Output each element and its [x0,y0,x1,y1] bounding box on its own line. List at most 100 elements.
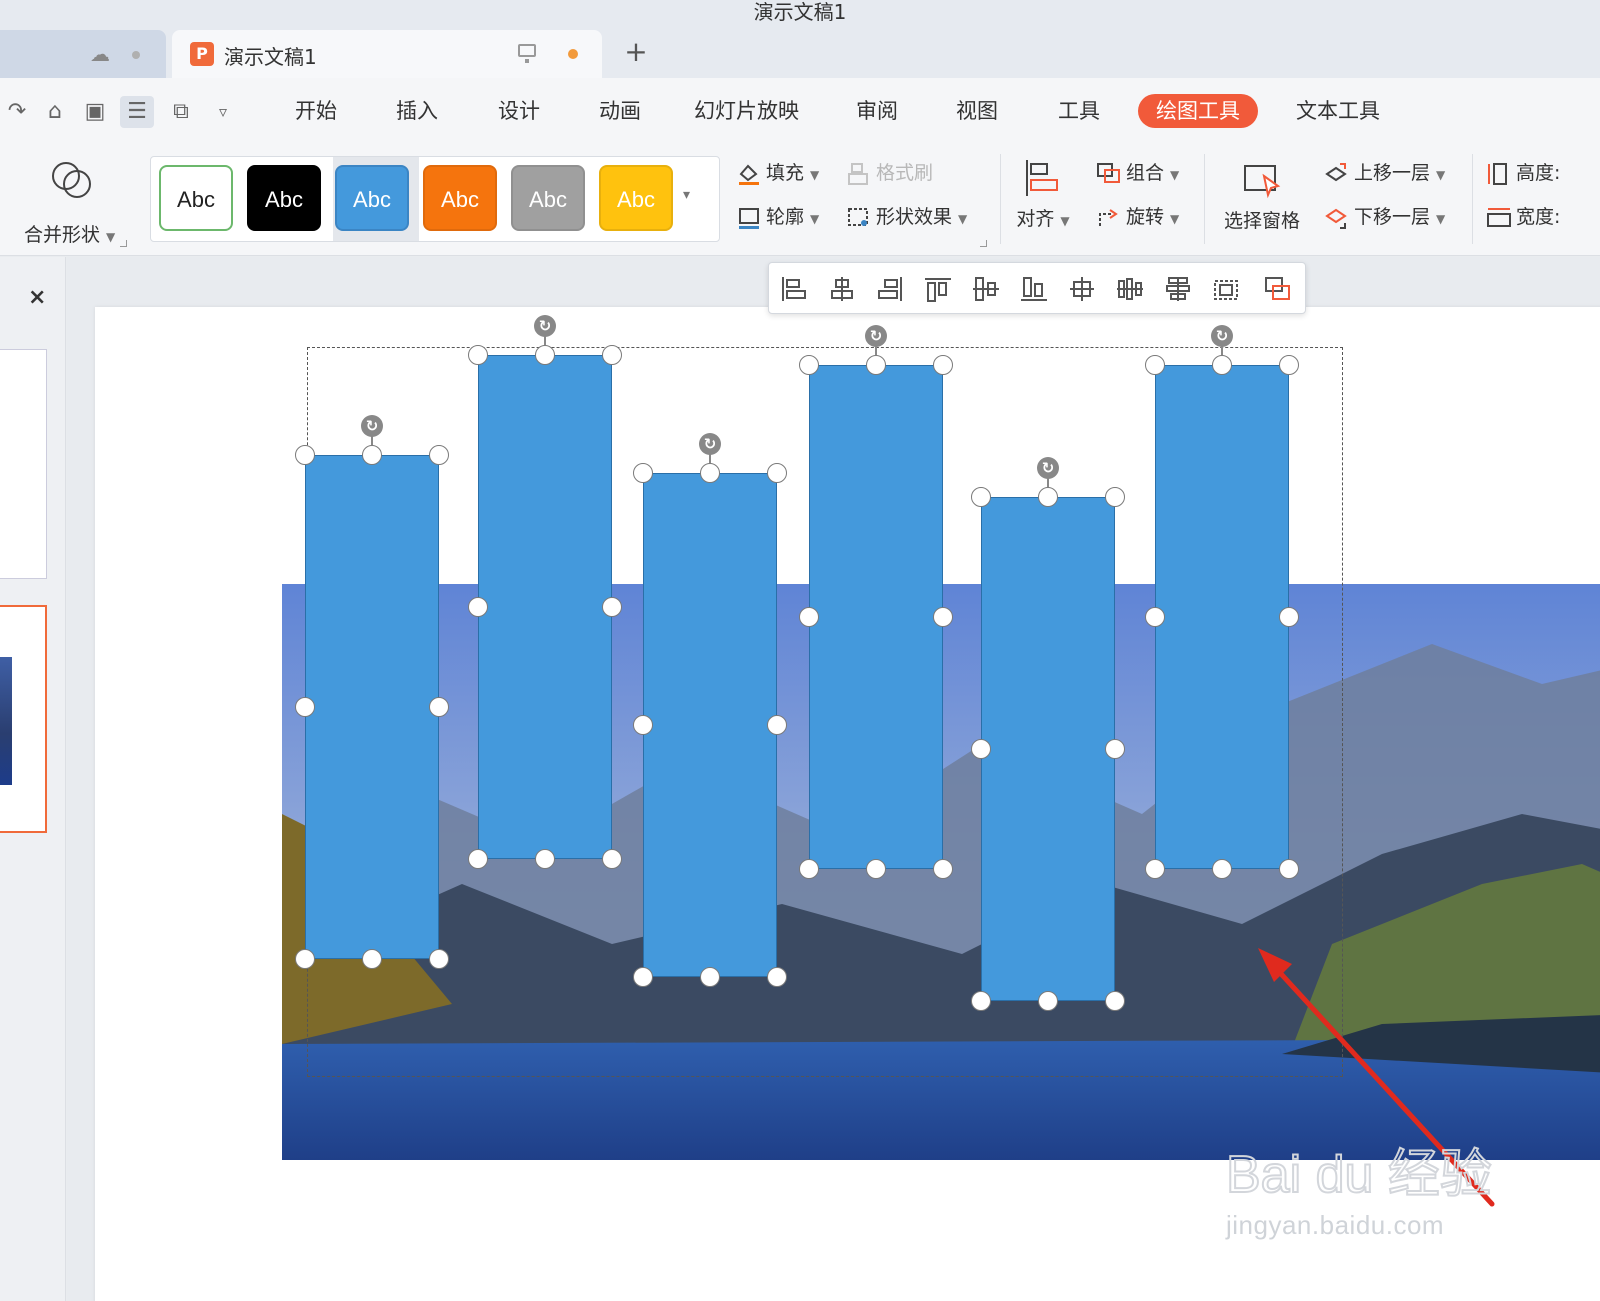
resize-handle[interactable] [633,967,653,987]
menu-review[interactable]: 审阅 [856,94,898,128]
menu-tools[interactable]: 工具 [1058,94,1100,128]
select-text-icon[interactable]: ▣ [78,96,112,128]
resize-handle[interactable] [767,715,787,735]
resize-handle[interactable] [1105,487,1125,507]
resize-handle[interactable] [866,355,886,375]
style-swatch-blue[interactable]: Abc [335,165,409,231]
group-quick-icon[interactable]: ⧉ [164,96,198,128]
distribute-vertical-icon[interactable] [1163,275,1193,303]
resize-handle[interactable] [767,463,787,483]
resize-handle[interactable] [429,697,449,717]
style-swatch-orange[interactable]: Abc [423,165,497,231]
rectangle-shape[interactable] [478,355,612,859]
resize-handle[interactable] [866,859,886,879]
menu-home[interactable]: 开始 [295,94,337,128]
style-swatch-gray[interactable]: Abc [511,165,585,231]
resize-handle[interactable] [971,487,991,507]
rotate-handle-icon[interactable]: ↻ [361,415,383,437]
menu-view[interactable]: 视图 [956,94,998,128]
resize-handle[interactable] [1145,859,1165,879]
format-painter-button[interactable]: 格式刷 [846,158,933,188]
group-launcher-icon[interactable] [120,240,127,247]
rectangle-shape[interactable] [809,365,943,869]
resize-handle[interactable] [1105,739,1125,759]
rotate-handle-icon[interactable]: ↻ [1037,457,1059,479]
rotate-handle-icon[interactable]: ↻ [865,325,887,347]
resize-handle[interactable] [295,949,315,969]
send-backward-button[interactable]: 下移一层 ▼ [1324,202,1445,232]
resize-handle[interactable] [602,345,622,365]
align-top-icon[interactable] [923,275,953,303]
resize-handle[interactable] [1279,355,1299,375]
align-button[interactable]: 对齐 ▼ [1012,158,1074,231]
resize-handle[interactable] [295,445,315,465]
slide-thumbnail-1[interactable] [0,349,47,579]
resize-handle[interactable] [1212,859,1232,879]
close-icon[interactable]: × [28,285,46,310]
resize-handle[interactable] [700,463,720,483]
resize-handle[interactable] [362,445,382,465]
bring-forward-button[interactable]: 上移一层 ▼ [1324,158,1445,188]
distribute-horizontal-icon[interactable] [1115,275,1145,303]
resize-handle[interactable] [1279,859,1299,879]
resize-handle[interactable] [633,715,653,735]
align-middle-icon[interactable] [971,275,1001,303]
rotate-handle-icon[interactable]: ↻ [699,433,721,455]
shape-effects-button[interactable]: 形状效果 ▼ [846,202,967,232]
align-to-slide-icon[interactable] [1211,275,1241,303]
style-swatch-yellow[interactable]: Abc [599,165,673,231]
menu-animation[interactable]: 动画 [599,94,641,128]
rotate-handle-icon[interactable]: ↻ [534,315,556,337]
menu-slideshow[interactable]: 幻灯片放映 [694,94,799,128]
fill-button[interactable]: 填充 ▼ [736,158,819,188]
resize-handle[interactable] [362,949,382,969]
style-launcher-icon[interactable] [980,240,987,247]
align-right-icon[interactable] [875,275,905,303]
align-text-icon[interactable]: ☰ [120,96,154,128]
tab-active-document[interactable]: P 演示文稿1 [172,30,602,78]
style-swatch-white[interactable]: Abc [159,165,233,231]
resize-handle[interactable] [468,345,488,365]
menu-insert[interactable]: 插入 [396,94,438,128]
resize-handle[interactable] [1279,607,1299,627]
rectangle-shape[interactable] [1155,365,1289,869]
redo-icon[interactable]: ↷ [0,96,34,128]
menu-text-tools[interactable]: 文本工具 [1296,94,1380,128]
group-button[interactable]: 组合 ▼ [1096,158,1179,188]
resize-handle[interactable] [700,967,720,987]
resize-handle[interactable] [429,445,449,465]
resize-handle[interactable] [602,849,622,869]
resize-handle[interactable] [1145,607,1165,627]
resize-handle[interactable] [971,991,991,1011]
tab-previous[interactable]: ☁ [0,30,166,78]
menu-drawing-tools[interactable]: 绘图工具 [1138,94,1258,128]
resize-handle[interactable] [1212,355,1232,375]
resize-handle[interactable] [535,849,555,869]
monitor-icon[interactable] [518,44,536,63]
gallery-expand-icon[interactable]: ▾ [683,187,690,203]
rotate-handle-icon[interactable]: ↻ [1211,325,1233,347]
align-bottom-icon[interactable] [1019,275,1049,303]
resize-handle[interactable] [767,967,787,987]
rotate-button[interactable]: 旋转 ▼ [1096,202,1179,232]
resize-handle[interactable] [933,355,953,375]
rectangle-shape[interactable] [643,473,777,977]
resize-handle[interactable] [295,697,315,717]
rectangle-shape[interactable] [305,455,439,959]
rectangle-shape[interactable] [981,497,1115,1001]
resize-handle[interactable] [799,859,819,879]
center-both-icon[interactable] [1067,275,1097,303]
group-shapes-icon[interactable] [1263,275,1293,303]
resize-handle[interactable] [933,859,953,879]
new-tab-button[interactable]: + [618,34,654,70]
resize-handle[interactable] [1038,991,1058,1011]
outline-button[interactable]: 轮廓 ▼ [736,202,819,232]
resize-handle[interactable] [429,949,449,969]
resize-handle[interactable] [468,597,488,617]
align-center-icon[interactable] [827,275,857,303]
style-swatch-black[interactable]: Abc [247,165,321,231]
resize-handle[interactable] [971,739,991,759]
resize-handle[interactable] [1105,991,1125,1011]
resize-handle[interactable] [799,607,819,627]
resize-handle[interactable] [1038,487,1058,507]
